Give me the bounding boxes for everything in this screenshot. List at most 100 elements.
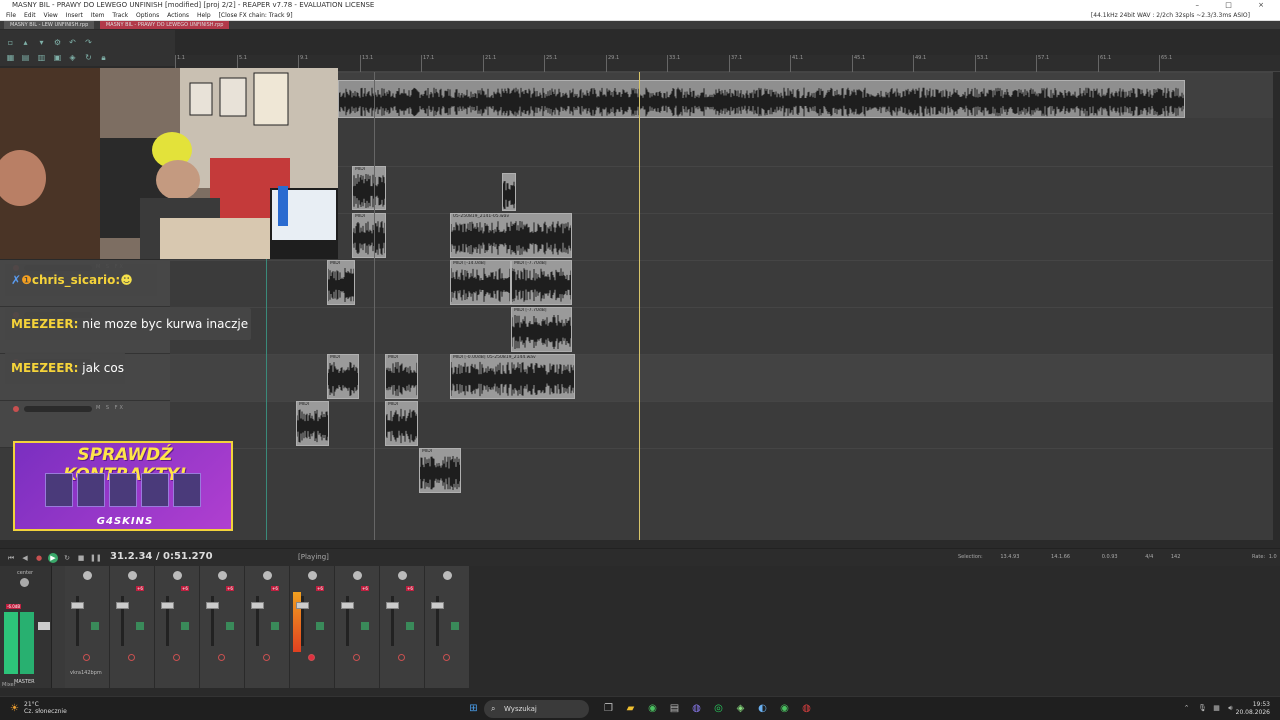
- go-to-start-icon[interactable]: ⏮: [6, 553, 16, 563]
- chrome-icon[interactable]: ◉: [646, 702, 659, 715]
- tray-chevron-icon[interactable]: ⌃: [1180, 702, 1193, 715]
- record-arm-button[interactable]: [398, 654, 405, 661]
- close-button[interactable]: ×: [1258, 1, 1276, 9]
- fx-button[interactable]: [361, 622, 369, 630]
- master-pan-knob[interactable]: [20, 578, 29, 587]
- menu-options[interactable]: Options: [136, 12, 159, 19]
- save-project-icon[interactable]: ▾: [37, 38, 46, 47]
- fx-button[interactable]: [181, 622, 189, 630]
- repeat-icon[interactable]: ↻: [62, 553, 72, 563]
- redo-icon[interactable]: ↷: [84, 38, 93, 47]
- pan-knob[interactable]: [443, 571, 452, 580]
- fx-button[interactable]: [451, 622, 459, 630]
- audio-device-info[interactable]: [44.1kHz 24bit WAV : 2/2ch 32spls ~2.3/3…: [1091, 11, 1250, 21]
- app-icon[interactable]: ▤: [668, 702, 681, 715]
- taskbar-search[interactable]: ⌕ Wyszukaj: [484, 700, 589, 718]
- chrome-icon[interactable]: ◉: [778, 702, 791, 715]
- record-arm-button[interactable]: [263, 654, 270, 661]
- pan-knob[interactable]: [308, 571, 317, 580]
- volume-fader[interactable]: [161, 602, 174, 609]
- selection-length[interactable]: 0.0.93: [1102, 554, 1118, 560]
- record-arm-button[interactable]: [308, 654, 315, 661]
- open-project-icon[interactable]: ▴: [21, 38, 30, 47]
- media-item[interactable]: [502, 173, 516, 211]
- menu-close-fx-chain[interactable]: [Close FX chain: Track 9]: [219, 12, 293, 19]
- menu-actions[interactable]: Actions: [167, 12, 189, 19]
- media-item[interactable]: MIDI [-0.00dB] 05-250819_2144.wav: [450, 354, 575, 399]
- media-item[interactable]: MIDI [-7.70dB]: [511, 307, 572, 352]
- play-icon[interactable]: ▶: [48, 553, 58, 563]
- media-item[interactable]: MIDI: [327, 260, 355, 305]
- volume-slider[interactable]: [24, 406, 92, 412]
- record-arm-button[interactable]: [173, 654, 180, 661]
- track-buttons[interactable]: M S FX: [96, 405, 125, 411]
- media-item[interactable]: MIDI [-14.0dB]: [450, 260, 511, 305]
- steam-icon[interactable]: ◐: [756, 702, 769, 715]
- mixer-tab[interactable]: Mixer: [2, 682, 16, 688]
- undo-icon[interactable]: ↶: [68, 38, 77, 47]
- fx-button[interactable]: [271, 622, 279, 630]
- menu-view[interactable]: View: [44, 12, 58, 19]
- menu-edit[interactable]: Edit: [24, 12, 36, 19]
- pan-knob[interactable]: [263, 571, 272, 580]
- media-item[interactable]: [338, 80, 1185, 118]
- discord-icon[interactable]: ◍: [690, 702, 703, 715]
- record-arm-button[interactable]: [13, 406, 19, 412]
- snap-icon[interactable]: ▤: [21, 53, 30, 62]
- fx-button[interactable]: [406, 622, 414, 630]
- pan-knob[interactable]: [83, 571, 92, 580]
- file-explorer-icon[interactable]: ▰: [624, 702, 637, 715]
- project-tab-1[interactable]: MASNY BIL - LEW UNFINISH.rpp: [4, 21, 95, 29]
- volume-fader[interactable]: [386, 602, 399, 609]
- media-item[interactable]: MIDI: [296, 401, 329, 446]
- rate-value[interactable]: 1.0: [1269, 554, 1277, 560]
- time-display[interactable]: 31.2.34 / 0:51.270: [110, 551, 213, 562]
- time-signature[interactable]: 4/4: [1145, 554, 1153, 560]
- record-arm-button[interactable]: [128, 654, 135, 661]
- record-icon[interactable]: ●: [34, 553, 44, 563]
- pause-icon[interactable]: ❚❚: [90, 553, 102, 563]
- media-item[interactable]: MIDI: [327, 354, 359, 399]
- system-clock[interactable]: 19:53 20.08.2026: [1236, 701, 1270, 717]
- master-fader[interactable]: [38, 622, 50, 630]
- menu-help[interactable]: Help: [197, 12, 211, 19]
- media-item[interactable]: MIDI: [419, 448, 461, 493]
- tempo[interactable]: 142: [1171, 554, 1181, 560]
- volume-fader[interactable]: [296, 602, 309, 609]
- menu-track[interactable]: Track: [112, 12, 128, 19]
- stop-icon[interactable]: ■: [76, 553, 86, 563]
- volume-fader[interactable]: [341, 602, 354, 609]
- fx-button[interactable]: [226, 622, 234, 630]
- loop-icon[interactable]: ↻: [84, 53, 93, 62]
- record-arm-button[interactable]: [83, 654, 90, 661]
- menu-item[interactable]: Item: [91, 12, 105, 19]
- media-item[interactable]: 05-250819_2141-05.wav: [450, 213, 572, 258]
- pan-knob[interactable]: [353, 571, 362, 580]
- volume-fader[interactable]: [71, 602, 84, 609]
- pan-knob[interactable]: [128, 571, 137, 580]
- media-item[interactable]: MIDI: [385, 401, 418, 446]
- volume-fader[interactable]: [206, 602, 219, 609]
- item-grouping-icon[interactable]: ▣: [53, 53, 62, 62]
- fx-button[interactable]: [136, 622, 144, 630]
- network-icon[interactable]: ▦: [1210, 702, 1223, 715]
- weather-widget[interactable]: 21°C Cz. słonecznie: [24, 701, 67, 715]
- pan-knob[interactable]: [218, 571, 227, 580]
- lock-icon[interactable]: 🔒︎: [99, 53, 108, 62]
- envelope-icon[interactable]: ◈: [68, 53, 77, 62]
- selection-end[interactable]: 14.1.66: [1051, 554, 1070, 560]
- record-arm-button[interactable]: [353, 654, 360, 661]
- weather-icon[interactable]: ☀: [8, 702, 21, 715]
- ripple-icon[interactable]: ▥: [37, 53, 46, 62]
- menu-file[interactable]: File: [6, 12, 16, 19]
- project-tab-2[interactable]: MASNY BIL - PRAWY DO LEWEGO UNFINISH.rpp: [99, 21, 230, 29]
- minimize-button[interactable]: –: [1196, 1, 1212, 9]
- app-icon[interactable]: ◈: [734, 702, 747, 715]
- selection-start[interactable]: 13.4.93: [1000, 554, 1019, 560]
- volume-fader[interactable]: [431, 602, 444, 609]
- media-item[interactable]: MIDI: [352, 213, 386, 258]
- microphone-icon[interactable]: 🎙︎: [1196, 702, 1209, 715]
- record-arm-button[interactable]: [218, 654, 225, 661]
- maximize-button[interactable]: □: [1225, 1, 1244, 9]
- fx-button[interactable]: [316, 622, 324, 630]
